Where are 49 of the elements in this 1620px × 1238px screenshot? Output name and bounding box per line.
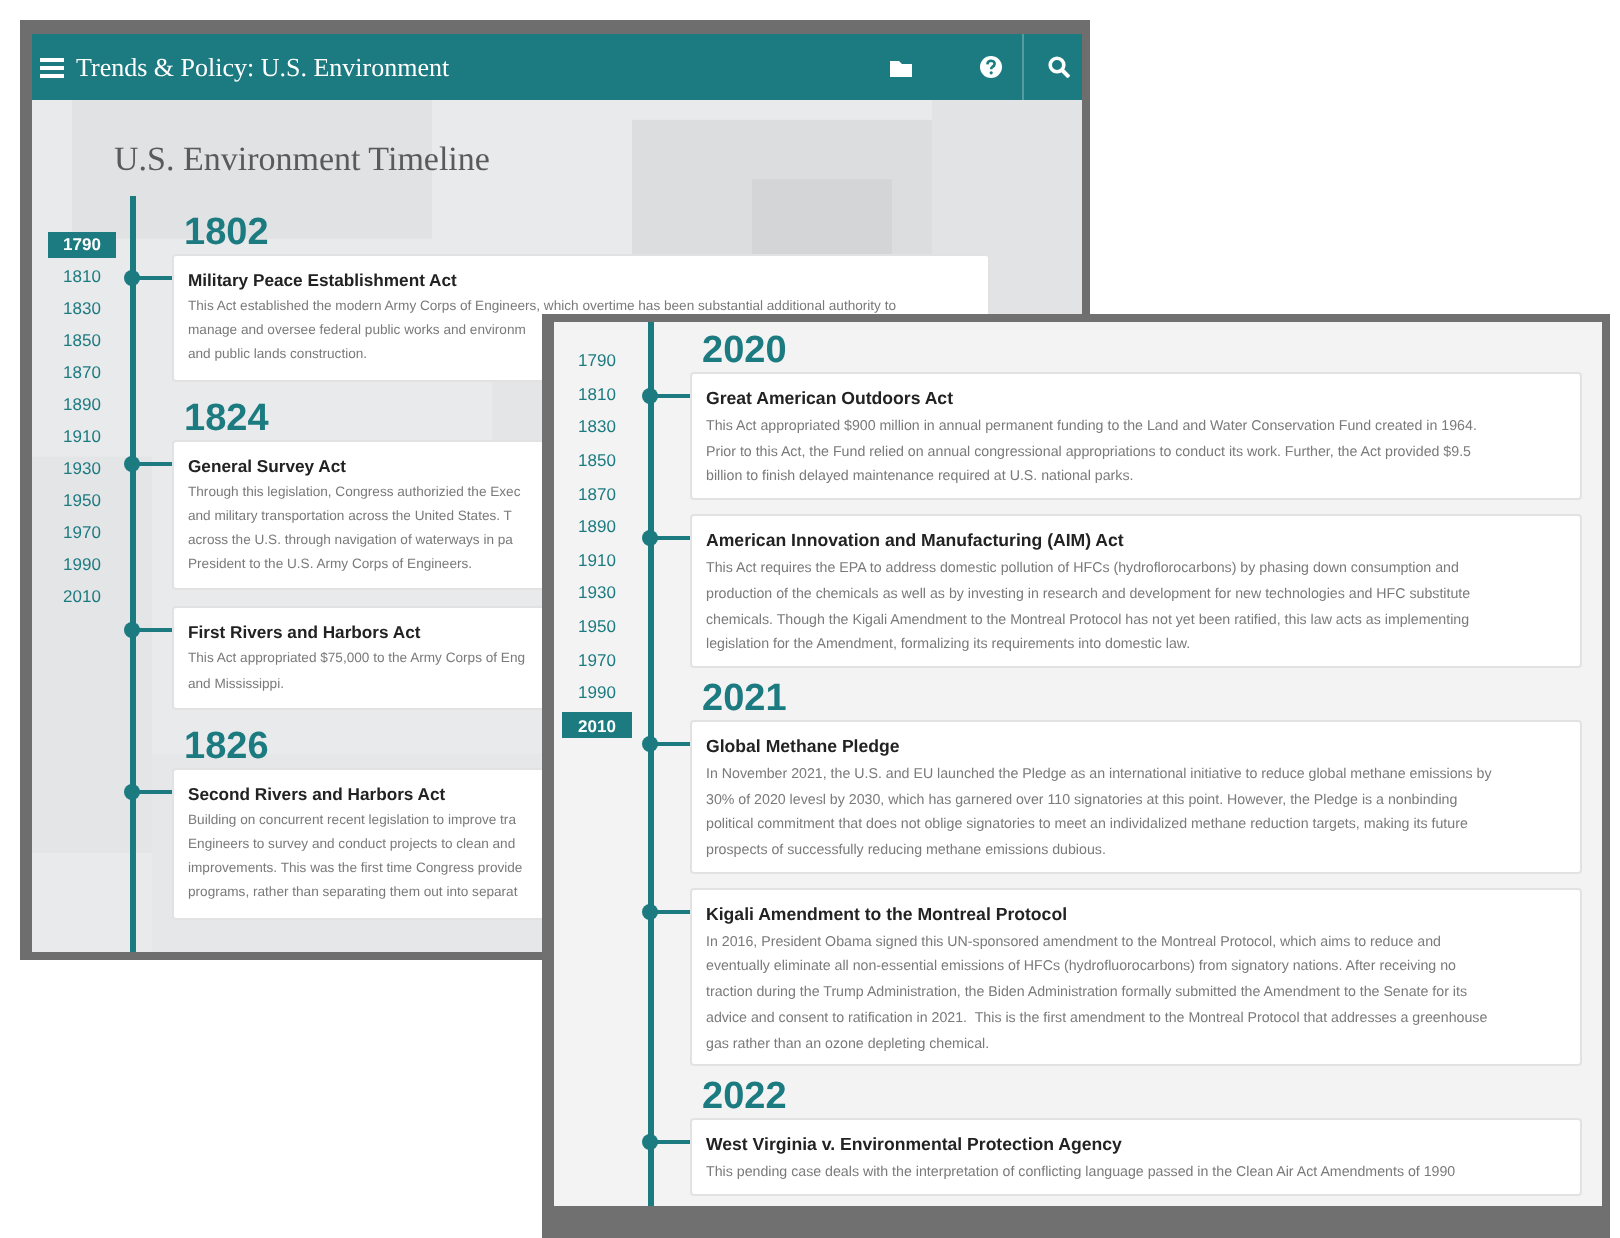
entry-title: Global Methane Pledge	[706, 733, 900, 758]
year-heading: 1824	[182, 399, 269, 440]
page-title: U.S. Environment Timeline	[114, 140, 490, 180]
decade-link[interactable]: 1930	[48, 452, 116, 484]
search-button[interactable]	[1048, 56, 1070, 78]
decade-link[interactable]: 1810	[562, 377, 632, 411]
year-heading: 2020	[700, 332, 787, 372]
decade-link[interactable]: 1850	[562, 443, 632, 477]
entry-title: First Rivers and Harbors Act	[188, 620, 421, 645]
decade-link[interactable]: 1950	[562, 609, 632, 643]
entry-title: General Survey Act	[188, 453, 346, 478]
decade-link[interactable]: 1830	[562, 410, 632, 444]
decade-link[interactable]: 1870	[562, 476, 632, 510]
decade-link[interactable]: 1910	[562, 543, 632, 577]
decade-link[interactable]: 1790	[562, 344, 632, 378]
help-icon	[980, 56, 1002, 78]
folder-icon	[890, 57, 912, 77]
year-heading: 2021	[700, 679, 787, 720]
decade-link[interactable]: 1970	[48, 516, 116, 548]
decade-link[interactable]: 1950	[48, 484, 116, 516]
entry-title: Military Peace Establishment Act	[188, 268, 457, 292]
decade-link[interactable]: 1850	[48, 324, 116, 356]
decade-link[interactable]: 2010	[562, 712, 632, 739]
menu-button[interactable]	[40, 55, 64, 79]
decade-link[interactable]: 1930	[562, 576, 632, 610]
decade-link[interactable]: 1970	[562, 642, 632, 676]
help-button[interactable]	[980, 56, 1002, 78]
decade-link[interactable]: 1910	[48, 420, 116, 452]
year-heading: 1802	[182, 214, 269, 254]
decade-link[interactable]: 1870	[48, 356, 116, 388]
entry-title: American Innovation and Manufacturing (AIM) Act	[706, 528, 1124, 553]
decade-link[interactable]: 1990	[48, 548, 116, 580]
decade-link[interactable]: 1830	[48, 292, 116, 324]
app-title: Trends & Policy: U.S. Environment	[76, 51, 452, 83]
entry-title: Kigali Amendment to the Montreal Protocol	[706, 901, 1068, 926]
decade-link[interactable]: 1890	[48, 388, 116, 420]
entry-title: West Virginia v. Environmental Protection Agency	[706, 1132, 1122, 1157]
entry-title: Second Rivers and Harbors Act	[188, 781, 446, 806]
entry-title: Great American Outdoors Act	[706, 386, 954, 410]
decade-link[interactable]: 1990	[562, 675, 632, 710]
menu-icon	[40, 55, 64, 79]
decade-link[interactable]: 1790	[48, 231, 116, 257]
folder-button[interactable]	[890, 57, 912, 77]
decade-link[interactable]: 2010	[48, 580, 116, 612]
decade-link[interactable]: 1890	[562, 509, 632, 544]
year-heading: 2022	[700, 1078, 787, 1119]
search-icon	[1048, 56, 1070, 78]
decade-link[interactable]: 1810	[48, 260, 116, 292]
year-heading: 1826	[182, 727, 269, 768]
